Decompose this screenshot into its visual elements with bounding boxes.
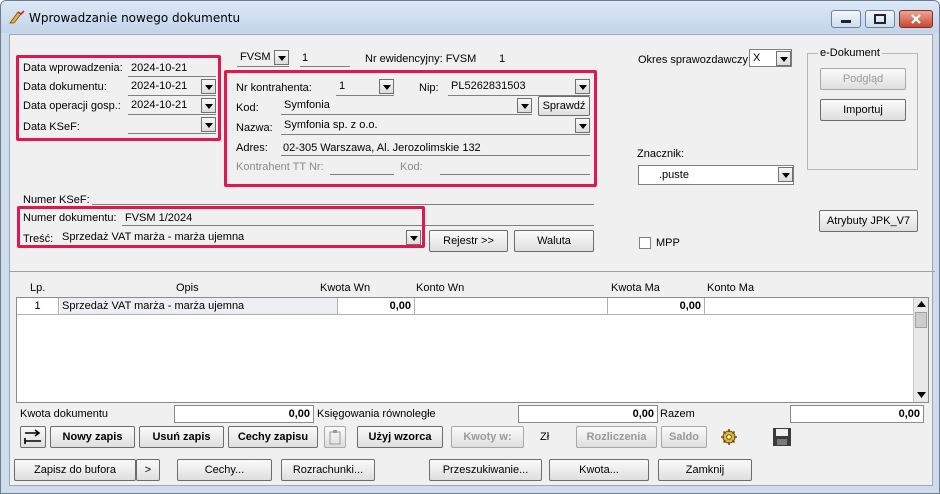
parallel-label: Księgowania równoległe	[317, 408, 436, 420]
settlements-toolbar-button[interactable]: Rozliczenia	[576, 426, 657, 448]
clipboard-button[interactable]	[324, 426, 346, 448]
close-window-button[interactable]	[899, 10, 933, 28]
parallel-field: 0,00	[518, 405, 658, 423]
col-konto-wn: Konto Wn	[416, 282, 465, 294]
close-icon	[911, 14, 921, 24]
parallel-value: 0,00	[632, 408, 654, 420]
col-lp: Lp.	[30, 282, 46, 294]
currency-code: Zł	[540, 431, 550, 443]
maximize-icon	[874, 14, 886, 24]
jpk-button[interactable]: Atrybuty JPK_V7	[819, 210, 918, 232]
cell-konto-ma	[706, 298, 913, 314]
minimize-button[interactable]	[831, 10, 861, 28]
marker-value: .puste	[659, 169, 689, 181]
title-bar: Wprowadzanie nowego dokumentu	[1, 1, 939, 33]
marker-label: Znacznik:	[637, 148, 685, 160]
cell-konto-wn	[416, 298, 608, 314]
col-kwota-wn: Kwota Wn	[320, 282, 371, 294]
balance-button[interactable]: Saldo	[661, 426, 707, 448]
use-template-button[interactable]: Użyj wzorca	[357, 426, 443, 448]
sum-label: Razem	[660, 408, 695, 420]
form-area: Data wprowadzenia: 2024-10-21 Data dokum…	[9, 34, 935, 486]
col-opis: Opis	[176, 282, 199, 294]
highlight-dates	[16, 55, 221, 141]
new-entry-button[interactable]: Nowy zapis	[50, 426, 135, 448]
app-icon	[9, 10, 25, 24]
dropdown-arrow-icon	[776, 51, 791, 66]
period-value: X	[753, 52, 761, 64]
highlight-contractor	[224, 70, 597, 187]
window: Wprowadzanie nowego dokumentu Data wprow…	[0, 0, 940, 494]
maximize-button[interactable]	[865, 10, 895, 28]
settlements-button[interactable]: Rozrachunki...	[281, 459, 375, 481]
cell-lp: 1	[17, 298, 59, 314]
series-select[interactable]: FVSM	[237, 49, 289, 67]
clipboard-icon	[329, 430, 341, 445]
doc-number: 1	[302, 52, 309, 64]
mpp-label: MPP	[656, 237, 680, 249]
amount-button[interactable]: Kwota...	[549, 459, 649, 481]
gear-icon	[721, 429, 737, 445]
doc-amount-field: 0,00	[174, 405, 314, 423]
grid-scrollbar[interactable]	[913, 298, 928, 402]
features-button[interactable]: Cechy...	[177, 459, 272, 481]
doc-amount-value: 0,00	[288, 408, 310, 420]
settings-button[interactable]	[718, 427, 740, 447]
col-kwota-ma: Kwota Ma	[611, 282, 660, 294]
mpp-checkbox[interactable]	[639, 237, 651, 249]
marker-select[interactable]: .puste	[638, 165, 794, 185]
preview-button[interactable]: Podgląd	[820, 68, 906, 90]
minimize-icon	[841, 20, 851, 23]
import-button[interactable]: Importuj	[820, 99, 906, 121]
series-value: FVSM	[240, 51, 271, 63]
reg-value: 1	[499, 53, 506, 65]
floppy-disk-icon	[773, 428, 791, 446]
entry-features-button[interactable]: Cechy zapisu	[228, 426, 318, 448]
switch-arrows-icon	[24, 429, 41, 444]
cell-kwota-ma: 0,00	[609, 298, 705, 314]
doc-amount-label: Kwota dokumentu	[20, 408, 109, 420]
scroll-down-icon[interactable]	[917, 392, 926, 398]
entries-grid[interactable]: 1 Sprzedaż VAT marża - marża ujemna 0,00…	[16, 297, 929, 403]
delete-entry-button[interactable]: Usuń zapis	[139, 426, 224, 448]
period-select[interactable]: X	[749, 49, 792, 67]
save-draft-button[interactable]: Zapisz do bufora	[14, 459, 136, 481]
save-more-button[interactable]: >	[136, 459, 160, 481]
currency-button[interactable]: Waluta	[514, 230, 594, 252]
search-button[interactable]: Przeszukiwanie...	[429, 459, 542, 481]
dropdown-arrow-icon	[274, 50, 289, 65]
period-label: Okres sprawozdawczy:	[638, 54, 752, 66]
cell-opis: Sprzedaż VAT marża - marża ujemna	[60, 298, 338, 314]
dropdown-arrow-icon	[778, 167, 793, 182]
table-row[interactable]: 1 Sprzedaż VAT marża - marża ujemna 0,00…	[17, 298, 913, 315]
cell-kwota-wn: 0,00	[339, 298, 415, 314]
switch-button[interactable]	[20, 426, 46, 448]
edoc-title: e-Dokument	[818, 47, 882, 59]
save-icon-button[interactable]	[772, 427, 792, 447]
ksef-number-label: Numer KSeF:	[23, 194, 90, 206]
highlight-docnum	[17, 206, 425, 248]
sum-value: 0,00	[898, 408, 920, 420]
amounts-in-button[interactable]: Kwoty w:	[451, 426, 524, 448]
scroll-up-icon[interactable]	[917, 301, 926, 307]
reg-label: Nr ewidencyjny: FVSM	[365, 53, 477, 65]
close-button[interactable]: Zamknij	[658, 459, 752, 481]
col-konto-ma: Konto Ma	[707, 282, 755, 294]
sum-field: 0,00	[790, 405, 924, 423]
window-title: Wprowadzanie nowego dokumentu	[29, 11, 241, 25]
register-button[interactable]: Rejestr >>	[429, 230, 508, 252]
scroll-thumb[interactable]	[915, 312, 927, 328]
